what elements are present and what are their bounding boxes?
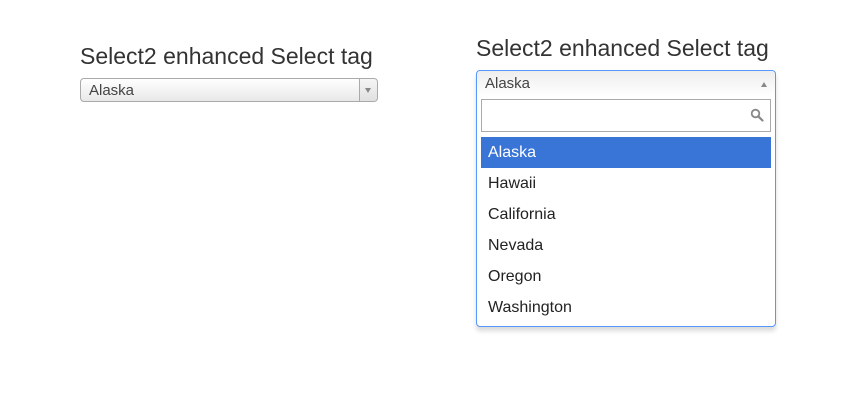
options-list: Alaska Hawaii California Nevada Oregon W… (481, 137, 771, 323)
page-title-left: Select2 enhanced Select tag (80, 43, 373, 69)
search-box[interactable] (481, 99, 771, 132)
option-item[interactable]: Washington (481, 292, 771, 323)
option-item[interactable]: Nevada (481, 230, 771, 261)
chevron-up-icon[interactable] (761, 82, 767, 87)
option-item[interactable]: California (481, 199, 771, 230)
selected-value: Alaska (485, 75, 531, 92)
select-header[interactable]: Alaska (477, 71, 775, 97)
page-title-right: Select2 enhanced Select tag (476, 35, 769, 61)
option-item[interactable]: Alaska (481, 137, 771, 168)
option-item[interactable]: Hawaii (481, 168, 771, 199)
option-item[interactable]: Oregon (481, 261, 771, 292)
selected-value: Alaska (89, 82, 135, 99)
dropdown-toggle[interactable] (359, 79, 377, 101)
search-input[interactable] (482, 100, 770, 131)
state-select-closed[interactable]: Alaska (80, 78, 378, 102)
state-select-open[interactable]: Alaska Alaska Hawaii California Nevada O… (476, 70, 776, 327)
chevron-down-icon (365, 88, 371, 93)
search-icon (750, 108, 764, 122)
